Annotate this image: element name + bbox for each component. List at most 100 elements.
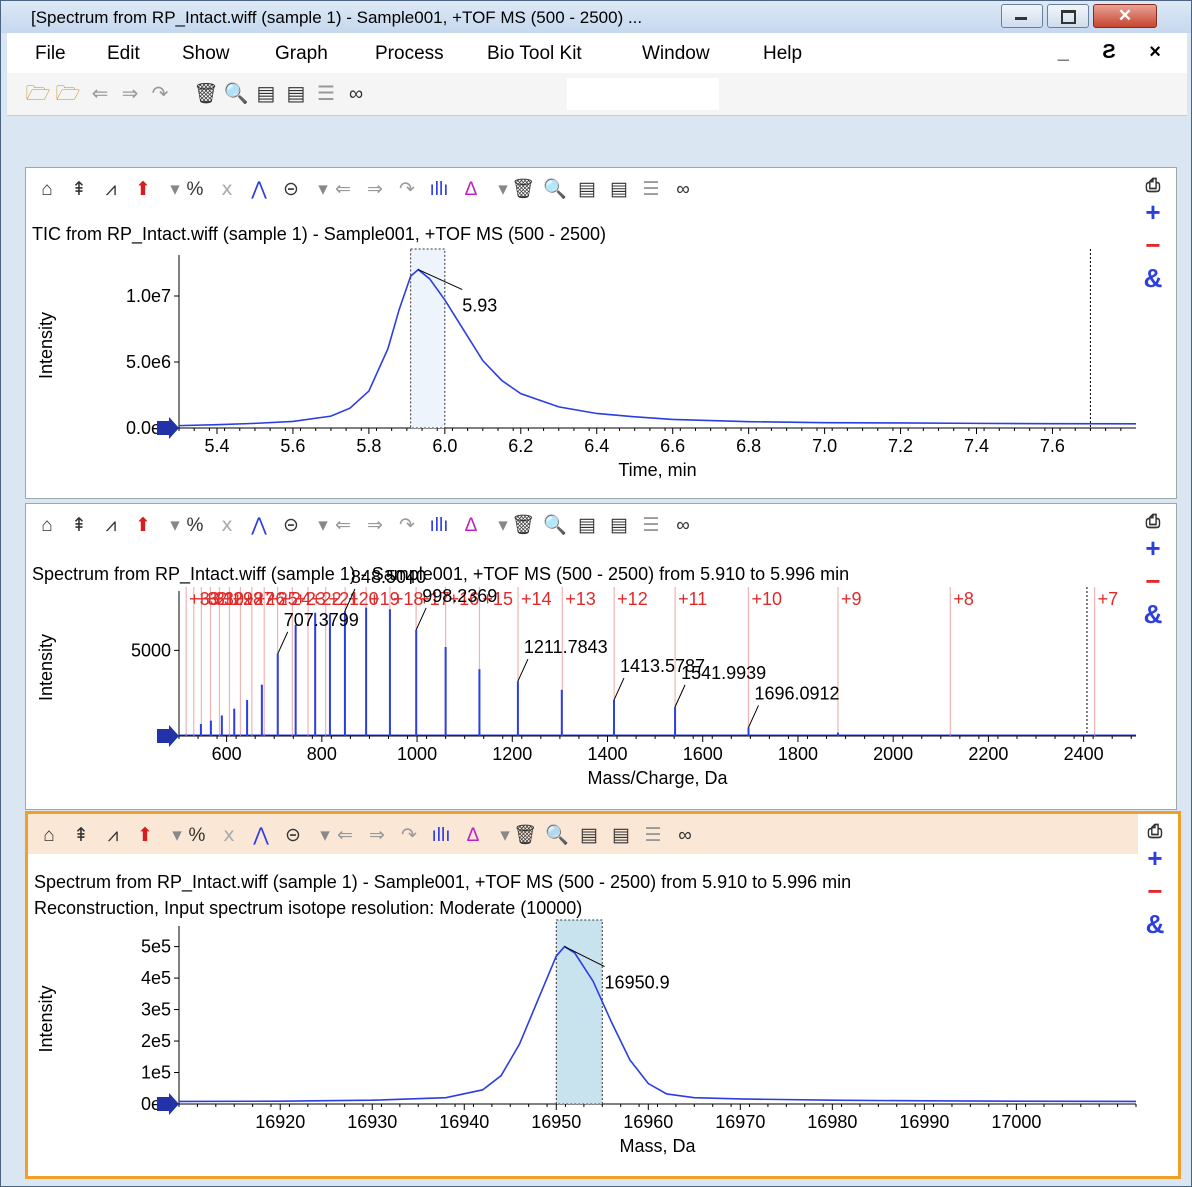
window-alt-icon[interactable]: ▤ [283, 82, 309, 106]
export-icon[interactable]: ⎙ [1140, 820, 1170, 842]
close-button[interactable]: ✕ [1093, 4, 1157, 28]
x-tick-label: 6.0 [432, 436, 457, 456]
menu-graph[interactable]: Graph [275, 43, 328, 65]
y-tick-label: 3e5 [141, 1000, 171, 1020]
y-tick-label: 2e5 [141, 1031, 171, 1051]
charge-state-label: +10 [751, 589, 782, 609]
charge-state-label: +33 [189, 589, 220, 609]
remove-pane-button[interactable]: − [1138, 565, 1168, 598]
overlay-button[interactable]: & [1138, 262, 1168, 295]
peak-label: 1211.7843 [524, 637, 608, 657]
main-toolbar: 🗁 🗁 ⇐ ⇒ ↷ 🗑 🔍 ▤ ▤ ☰ ∞ [7, 73, 1187, 116]
minimize-icon [1015, 17, 1027, 20]
x-tick-label: 7.4 [964, 436, 989, 456]
menu-file[interactable]: File [35, 43, 66, 65]
reconstruction-chart: 16920 16930 16940 16950 16960 16970 16980 16990… [36, 919, 1137, 1156]
zoom-icon[interactable]: 🔍 [223, 82, 249, 106]
charge-state-label: +7 [1098, 589, 1119, 609]
forward-icon[interactable]: ⇒ [117, 82, 143, 106]
x-tick-label: 16940 [439, 1112, 489, 1132]
overlay-button[interactable]: & [1138, 598, 1168, 631]
menu-show[interactable]: Show [182, 43, 230, 65]
peak-label: 1696.0912 [754, 683, 839, 703]
x-axis-label: Mass, Da [619, 1136, 696, 1156]
toolbar-field[interactable] [567, 78, 719, 110]
x-tick-label: 6.2 [508, 436, 533, 456]
peak-label-leader [277, 631, 289, 655]
peak-label-leader [613, 677, 625, 701]
peak-label-leader [748, 705, 759, 728]
overlay-button[interactable]: & [1140, 908, 1170, 941]
y-axis-label: Intensity [36, 312, 56, 379]
binoculars-icon[interactable]: ∞ [343, 82, 369, 106]
peak-label: 707.3799 [284, 610, 359, 630]
menu-help[interactable]: Help [763, 43, 802, 65]
charge-state-label: +13 [565, 589, 596, 609]
peak-label-leader [674, 684, 686, 708]
charge-state-label: +11 [678, 589, 707, 609]
export-icon[interactable]: ⎙ [1138, 174, 1168, 196]
open-folder-icon[interactable]: 🗁 [25, 82, 51, 106]
menu-edit[interactable]: Edit [107, 43, 140, 65]
menu-window[interactable]: Window [642, 43, 710, 65]
peak-label: 1541.9939 [681, 663, 766, 683]
delete-icon[interactable]: 🗑 [193, 82, 219, 106]
y-tick-label: 5e5 [141, 937, 171, 957]
maximize-icon [1061, 10, 1076, 24]
menu-process[interactable]: Process [375, 43, 444, 65]
x-tick-label: 6.6 [660, 436, 685, 456]
y-tick-label: 1e5 [141, 1063, 171, 1083]
tic-pane: ⌂ ⇞ ⩘ ⬆ ▾% ⅹ ⋀ ⊝ ▾ ⇐ ⇒ ↷ ıllı Δ ▾ 🗑 🔍 ▤ ▤ ☰ ∞ TIC from RP_In… [25, 167, 1177, 499]
y-tick-label: 4e5 [141, 968, 171, 988]
reconstruction-trace [178, 945, 1137, 1103]
remove-pane-button[interactable]: − [1138, 229, 1168, 262]
export-icon[interactable]: ⎙ [1138, 510, 1168, 532]
lines-icon[interactable]: ☰ [313, 82, 339, 106]
x-tick-label: 16960 [623, 1112, 673, 1132]
x-tick-label: 1200 [492, 744, 532, 764]
menu-bio-tool-kit[interactable]: Bio Tool Kit [487, 43, 582, 65]
x-tick-label: 1800 [778, 744, 818, 764]
x-tick-label: 600 [212, 744, 242, 764]
x-tick-label: 16930 [347, 1112, 397, 1132]
open-folder-alt-icon[interactable]: 🗁 [55, 82, 81, 106]
selection-range [410, 248, 446, 429]
x-tick-label: 16980 [807, 1112, 857, 1132]
x-tick-label: 7.2 [888, 436, 913, 456]
back-icon[interactable]: ⇐ [87, 82, 113, 106]
charge-state-label: +12 [617, 589, 648, 609]
minimize-button[interactable] [1001, 4, 1043, 28]
peak-label: 5.93 [462, 296, 497, 316]
charge-state-label: +8 [953, 589, 974, 609]
add-pane-button[interactable]: + [1140, 842, 1170, 875]
y-axis-label: Intensity [36, 634, 56, 701]
spectrum-chart: 6008001000120014001600180020002200240005… [36, 567, 1136, 788]
x-tick-label: 1400 [587, 744, 627, 764]
remove-pane-button[interactable]: − [1140, 875, 1170, 908]
mdi-controls[interactable]: _ Ƨ × [1058, 41, 1175, 64]
x-tick-label: 17000 [991, 1112, 1041, 1132]
tic-chart: 5.4 5.6 5.8 6.0 6.2 6.4 6.6 6.8 7.0 7.2 7.4 7.60.0e… [36, 248, 1136, 480]
side-buttons: ⎙ + − & [1138, 510, 1168, 631]
forward-alt-icon[interactable]: ↷ [147, 82, 173, 106]
x-tick-label: 5.8 [356, 436, 381, 456]
x-tick-label: 5.6 [280, 436, 305, 456]
peak-label: 848.5040 [351, 567, 426, 587]
x-tick-label: 2400 [1064, 744, 1104, 764]
side-buttons: ⎙ + − & [1140, 820, 1170, 941]
peak-label: 998.2369 [422, 586, 497, 606]
add-pane-button[interactable]: + [1138, 196, 1168, 229]
x-tick-label: 16970 [715, 1112, 765, 1132]
peak-label-leader [517, 658, 529, 682]
close-icon: ✕ [1117, 6, 1133, 25]
charge-state-label: +14 [521, 589, 552, 609]
window-icon[interactable]: ▤ [253, 82, 279, 106]
x-tick-label: 16920 [255, 1112, 305, 1132]
title-bar[interactable]: [Spectrum from RP_Intact.wiff (sample 1)… [1, 1, 1191, 33]
window-title: [Spectrum from RP_Intact.wiff (sample 1)… [31, 8, 643, 27]
add-pane-button[interactable]: + [1138, 532, 1168, 565]
maximize-button[interactable] [1047, 4, 1089, 28]
peak-label-leader [415, 607, 427, 631]
y-axis-label: Intensity [36, 985, 56, 1052]
tic-trace [178, 268, 1136, 427]
